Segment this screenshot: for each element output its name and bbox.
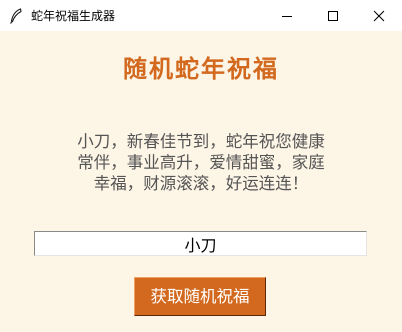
title-bar[interactable]: 蛇年祝福生成器 xyxy=(0,0,402,31)
greeting-line: 小刀，新春佳节到，蛇年祝您健康 xyxy=(77,132,325,151)
maximize-icon xyxy=(328,10,338,21)
close-icon xyxy=(373,10,385,21)
feather-icon xyxy=(9,8,23,24)
window-title: 蛇年祝福生成器 xyxy=(31,9,116,23)
greeting-line: 常伴，事业高升，爱情甜蜜，家庭 xyxy=(77,153,325,172)
greeting-message: 小刀，新春佳节到，蛇年祝您健康 常伴，事业高升，爱情甜蜜，家庭 幸福，财源滚滚，… xyxy=(41,131,361,194)
minimize-icon xyxy=(282,15,292,17)
close-button[interactable] xyxy=(356,0,402,31)
minimize-button[interactable] xyxy=(264,0,310,31)
maximize-button[interactable] xyxy=(310,0,356,31)
name-input[interactable] xyxy=(34,231,367,256)
greeting-line: 幸福，财源滚滚，好运连连！ xyxy=(93,174,309,193)
get-greeting-button[interactable]: 获取随机祝福 xyxy=(134,277,266,316)
app-window: 蛇年祝福生成器 随机蛇年祝福 小刀，新春佳节到，蛇年祝您健康 常伴，事业高升，爱… xyxy=(0,0,402,332)
page-title: 随机蛇年祝福 xyxy=(123,55,279,83)
